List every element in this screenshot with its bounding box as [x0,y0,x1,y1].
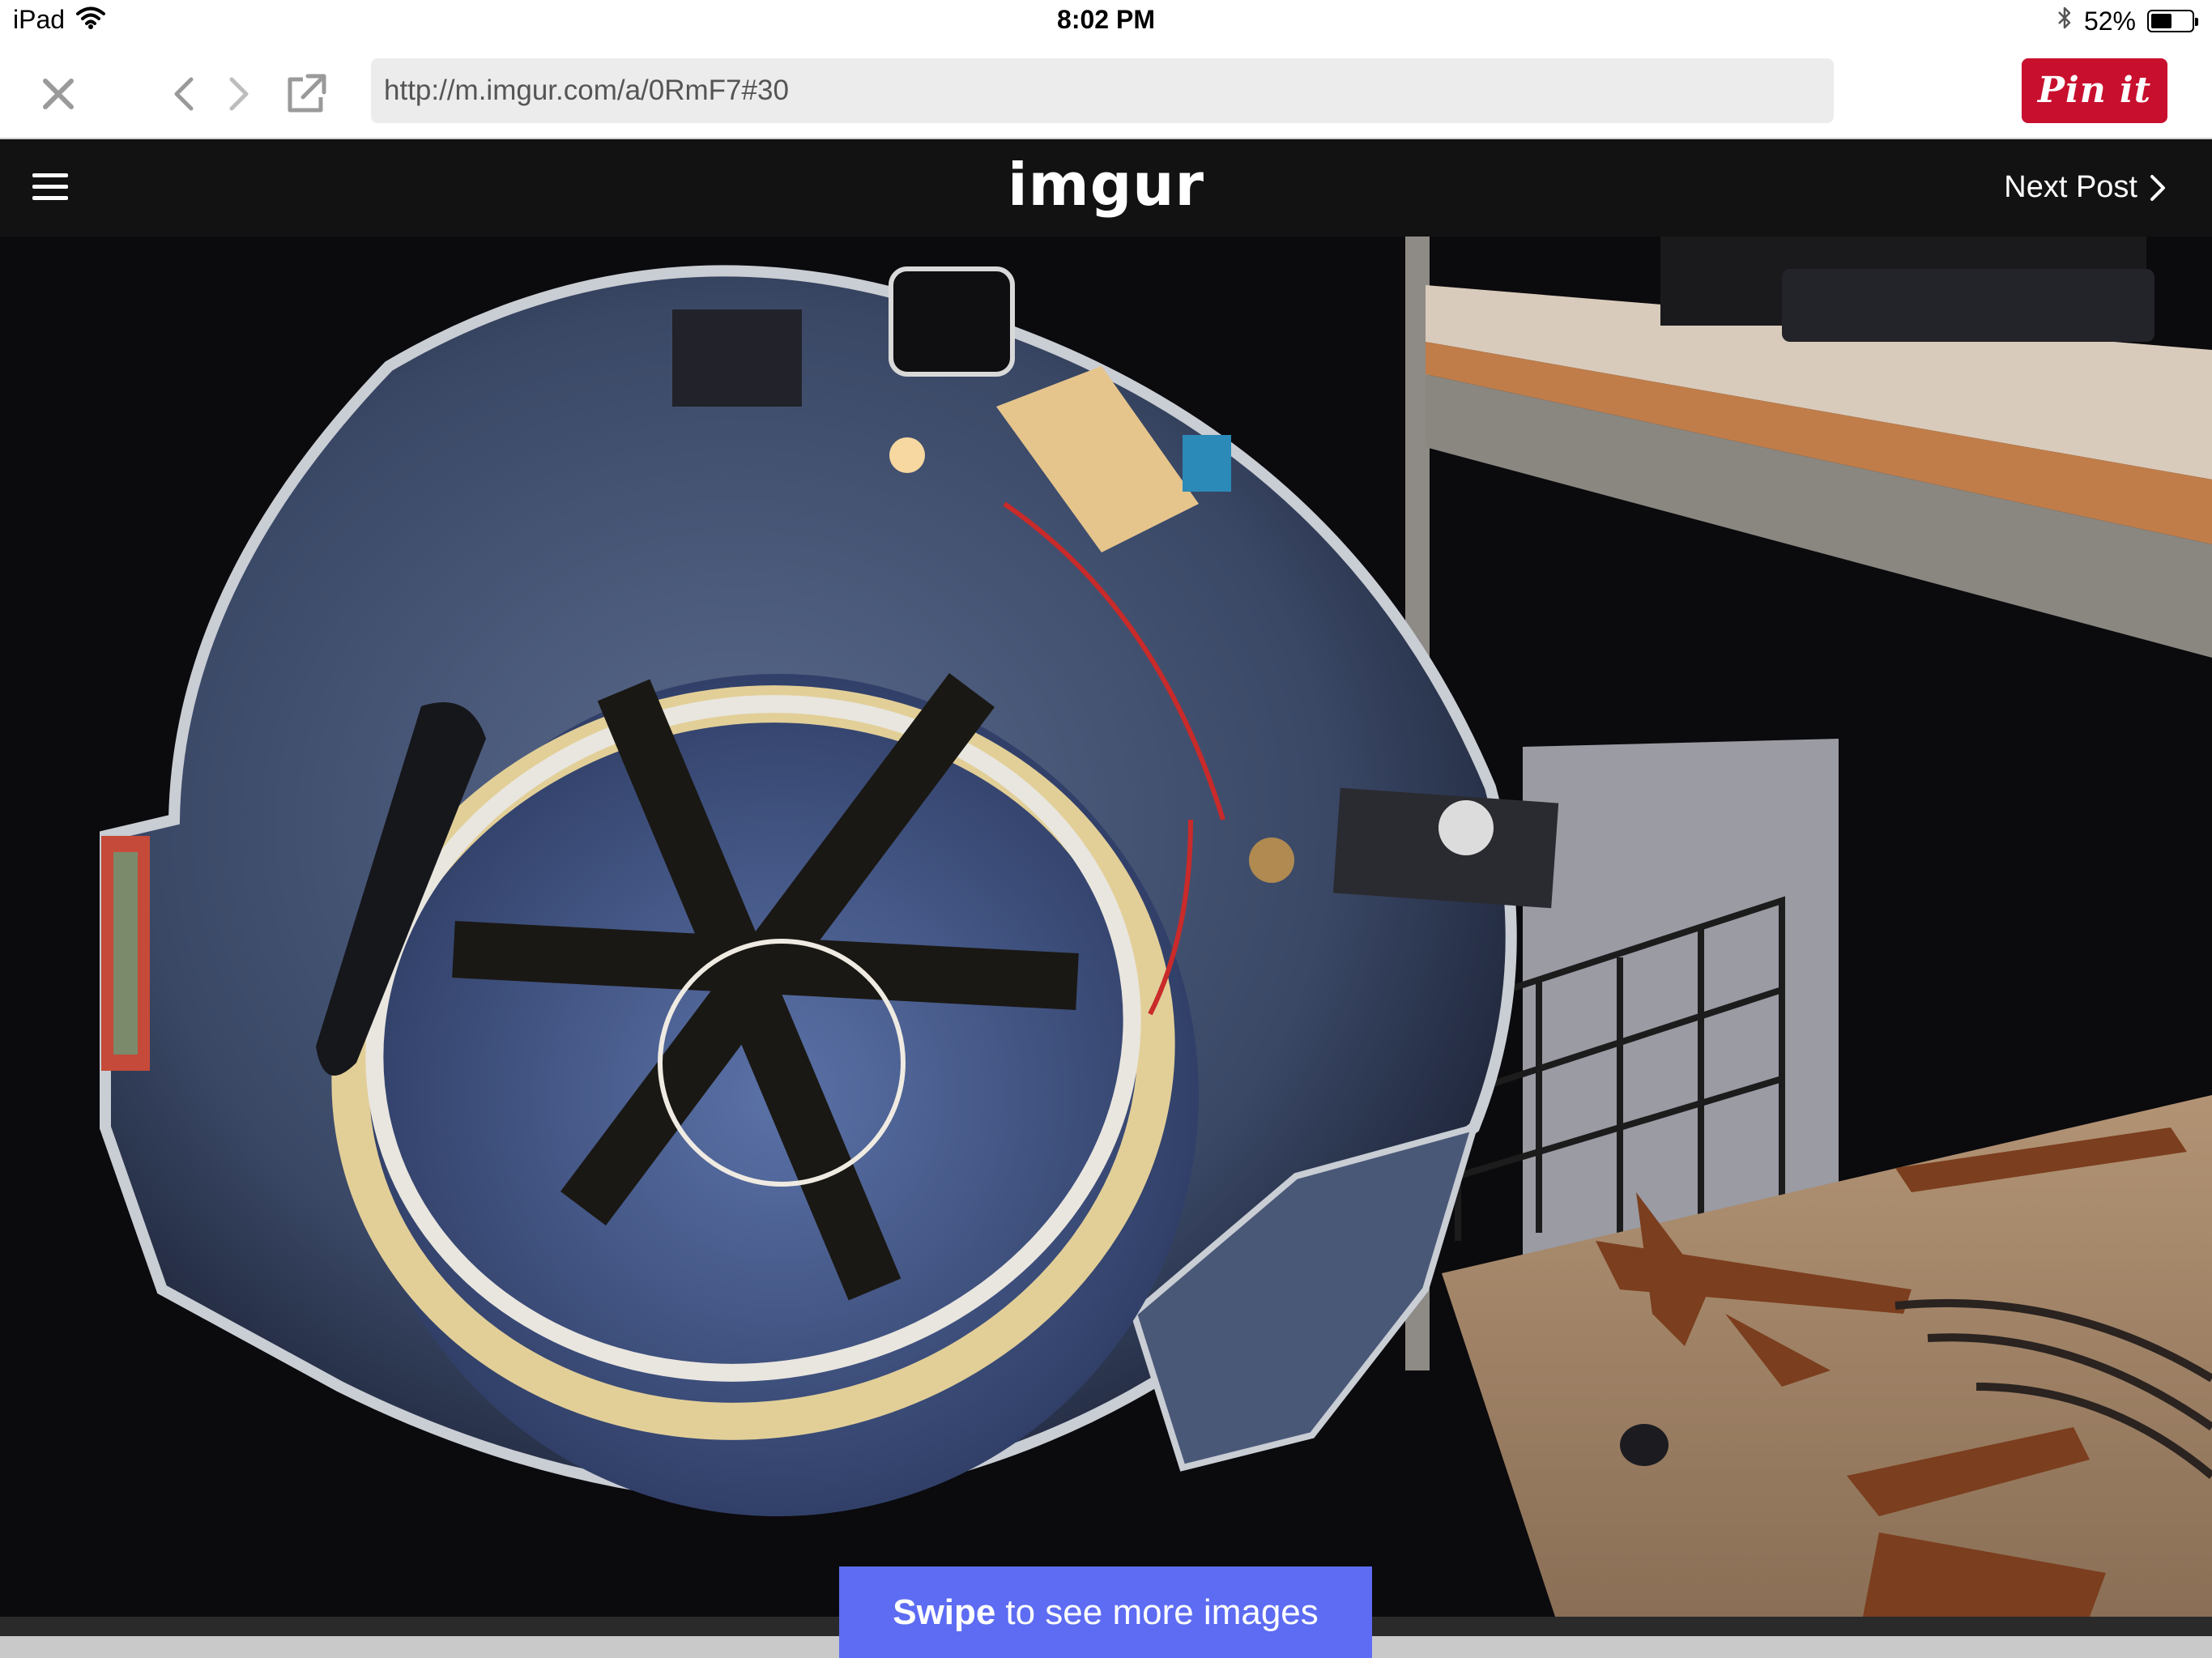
imgur-header: imgur Next Post [0,139,2212,237]
browser-toolbar: http://m.imgur.com/a/0RmF7#30 Pin it [0,45,2212,139]
close-button[interactable] [29,65,87,123]
close-icon [43,79,74,109]
status-time: 8:02 PM [1057,5,1155,34]
battery-percent: 52% [2083,6,2136,36]
url-bar[interactable]: http://m.imgur.com/a/0RmF7#30 [371,58,1834,123]
swipe-banner-text: to see more images [1005,1592,1319,1632]
imgur-logo-text: imgur [1007,151,1204,219]
share-icon [288,74,326,113]
back-button[interactable] [156,65,214,123]
status-right: 52% [2056,5,2198,37]
imgur-logo[interactable]: imgur [0,151,2212,219]
chevron-right-icon [2150,174,2165,201]
bluetooth-icon [2056,5,2073,37]
share-button[interactable] [277,65,335,123]
back-icon [174,77,194,111]
pin-it-button[interactable]: Pin it [2022,58,2167,123]
battery-icon [2147,10,2198,32]
status-bar: iPad 8:02 PM 52% [0,0,2212,45]
swipe-banner[interactable]: Swipe to see more images [839,1566,1372,1658]
swipe-banner-strong: Swipe [893,1592,996,1632]
helmet-photo-illustration [0,237,2212,1617]
battery-fill [2151,14,2172,28]
post-image[interactable] [0,237,2212,1617]
next-post-label: Next Post [2004,170,2137,204]
forward-button[interactable] [209,65,267,123]
next-post-button[interactable]: Next Post [2004,170,2167,205]
forward-icon [229,77,249,111]
